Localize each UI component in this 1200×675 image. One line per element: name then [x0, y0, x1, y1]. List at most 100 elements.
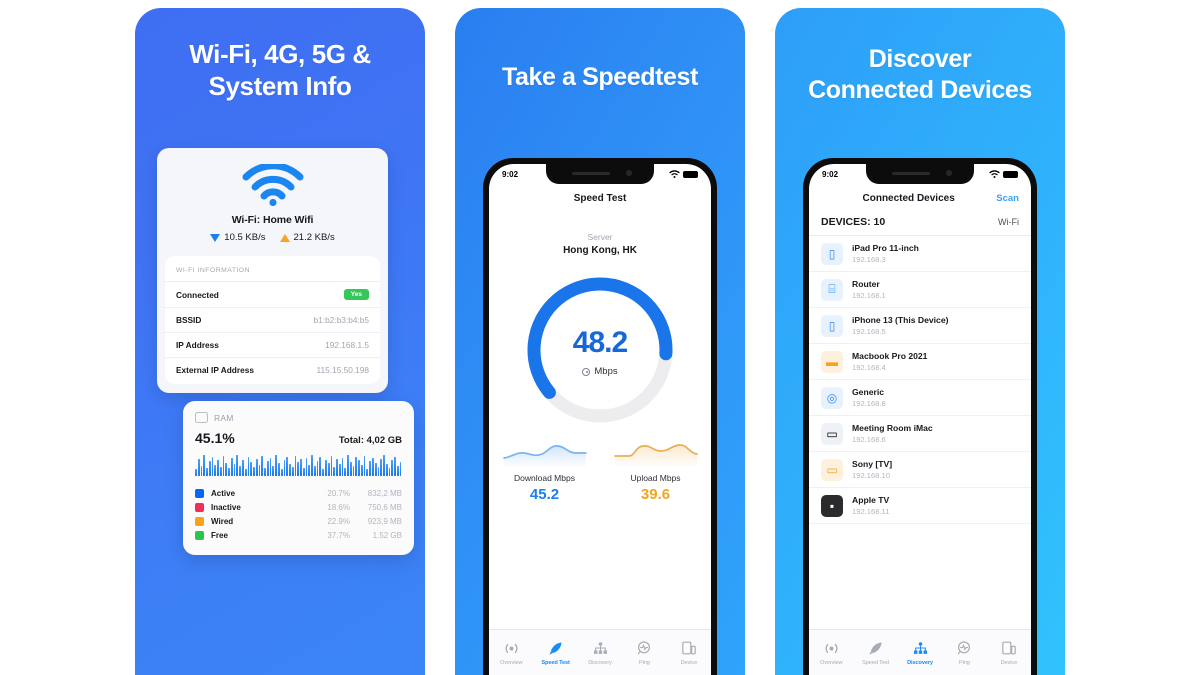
- ram-bar: [327, 463, 330, 476]
- rocket-icon: [548, 640, 563, 657]
- device-list-item[interactable]: ◎ Generic 192.168.8: [809, 380, 1031, 416]
- device-name: Generic: [852, 387, 885, 397]
- wifi-info-value: 115.15.50.198: [316, 365, 369, 375]
- ram-legend-row: Inactive 18.6% 750,6 MB: [195, 500, 402, 514]
- device-list-item[interactable]: ▪ Apple TV 192.168.11: [809, 488, 1031, 524]
- wifi-info-row: External IP Address 115.15.50.198: [165, 357, 380, 382]
- tab-label: Device: [1000, 659, 1018, 666]
- ram-bar: [302, 468, 305, 476]
- battery-icon: [1003, 170, 1018, 178]
- device-name: Apple TV: [852, 495, 890, 505]
- tab-ping[interactable]: Ping: [622, 630, 666, 675]
- ram-bar: [217, 460, 219, 476]
- tab-speed-test[interactable]: Speed Test: [533, 630, 577, 675]
- tab-discovery[interactable]: Discovery: [898, 630, 942, 675]
- wifi-info-key: External IP Address: [176, 365, 254, 375]
- ram-bar: [358, 460, 360, 476]
- ram-bar: [195, 469, 197, 476]
- ram-bar: [363, 456, 366, 476]
- ram-bar: [324, 460, 327, 476]
- wifi-info-value: 192.168.1.5: [325, 340, 369, 350]
- wifi-info-key: IP Address: [176, 340, 219, 350]
- tab-overview[interactable]: Overview: [489, 630, 533, 675]
- device-list-item[interactable]: ▬ Macbook Pro 2021 192.168.4: [809, 344, 1031, 380]
- ram-bar: [385, 464, 388, 476]
- network-icon: [913, 640, 928, 657]
- tab-device[interactable]: Device: [667, 630, 711, 675]
- ram-bar: [300, 459, 302, 476]
- device-list: ▯ iPad Pro 11-inch 192.168.3 ⌸ Router 192.168…: [809, 235, 1031, 524]
- device-icon: [1002, 640, 1016, 657]
- device-list-item[interactable]: ▯ iPhone 13 (This Device) 192.168.5: [809, 308, 1031, 344]
- tab-ping[interactable]: Ping: [942, 630, 986, 675]
- ram-bar: [294, 456, 297, 476]
- wifi-info-row: BSSID b1:b2:b3:b4:b5: [165, 307, 380, 332]
- device-list-item[interactable]: ⌸ Router 192.168.1: [809, 272, 1031, 308]
- tab-label: Ping: [959, 659, 970, 666]
- ram-bar: [338, 464, 341, 476]
- wifi-table-section-title: WI-FI INFORMATION: [176, 267, 251, 274]
- color-swatch-icon: [195, 516, 204, 526]
- device-ip: 192.168.3: [852, 255, 886, 264]
- ram-bar: [247, 457, 250, 476]
- ram-bar: [399, 462, 402, 476]
- ram-bar: [380, 459, 383, 476]
- device-list-item[interactable]: ▭ Meeting Room iMac 192.168.6: [809, 416, 1031, 452]
- imac-icon: ▭: [821, 422, 843, 445]
- device-name: Router: [852, 279, 880, 289]
- ram-bar: [394, 457, 396, 476]
- device-ip: 192.168.5: [852, 327, 886, 336]
- scan-button[interactable]: Scan: [996, 193, 1019, 204]
- device-info: Sony [TV] 192.168.10: [852, 459, 1019, 480]
- tab-speed-test[interactable]: Speed Test: [853, 630, 897, 675]
- device-list-item[interactable]: ▯ iPad Pro 11-inch 192.168.3: [809, 236, 1031, 272]
- ram-bar: [255, 459, 258, 476]
- battery-icon: [683, 170, 698, 178]
- wifi-network-name: Wi-Fi: Home Wifi: [231, 214, 314, 226]
- ram-summary: 45.1% Total: 4,02 GB: [195, 430, 402, 446]
- device-name: Sony [TV]: [852, 459, 893, 469]
- ram-bar: [330, 456, 333, 476]
- ram-legend-value: 1.52 GB: [372, 530, 402, 540]
- tab-bar[interactable]: Overview Speed Test Discovery Ping Device: [809, 629, 1031, 675]
- ram-bar: [261, 456, 264, 476]
- tab-discovery[interactable]: Discovery: [578, 630, 622, 675]
- server-label: Server: [587, 232, 613, 242]
- device-ip: 192.168.8: [852, 399, 886, 408]
- status-bar: 9:02: [809, 164, 1031, 184]
- devices-count: DEVICES: 10: [821, 216, 886, 228]
- ram-bar: [206, 468, 208, 476]
- device-list-item[interactable]: ▭ Sony [TV] 192.168.10: [809, 452, 1031, 488]
- panel1-headline: Wi-Fi, 4G, 5G & System Info: [189, 39, 371, 102]
- tab-label: Discovery: [588, 659, 612, 666]
- upload-arrow-icon: [279, 233, 290, 242]
- ram-bar: [333, 467, 336, 476]
- download-rate-value: 10.5 KB/s: [224, 232, 266, 243]
- ram-histogram: [195, 455, 402, 476]
- download-stat: Download Mbps 45.2: [489, 440, 600, 503]
- phone-mockup-speedtest: 9:02 Speed Test Server Hong Kong, HK 48.…: [483, 158, 717, 675]
- ram-bar: [286, 457, 289, 476]
- tab-label: Overview: [499, 659, 523, 666]
- tab-bar[interactable]: Overview Speed Test Discovery Ping Device: [489, 629, 711, 675]
- color-swatch-icon: [195, 488, 204, 498]
- ram-bar: [197, 459, 200, 476]
- ram-bar: [266, 461, 269, 476]
- tab-overview[interactable]: Overview: [809, 630, 853, 675]
- device-name: iPhone 13 (This Device): [852, 315, 949, 325]
- nav-title-devices: Connected Devices: [862, 193, 955, 204]
- device-info: Meeting Room iMac 192.168.6: [852, 423, 1019, 444]
- ram-bar: [233, 464, 236, 476]
- ram-bar: [396, 466, 399, 476]
- speed-unit-icon: [582, 367, 591, 376]
- ping-icon: [957, 640, 971, 657]
- ram-legend-percent: 22.9%: [327, 516, 350, 526]
- tab-device[interactable]: Device: [987, 630, 1031, 675]
- ram-bar: [200, 466, 203, 476]
- wifi-info-value: b1:b2:b3:b4:b5: [313, 315, 369, 325]
- laptop-icon: ▬: [821, 350, 843, 373]
- device-info: Apple TV 192.168.11: [852, 495, 1019, 516]
- device-name: iPad Pro 11-inch: [852, 243, 919, 253]
- tab-label: Overview: [819, 659, 843, 666]
- ram-card-header: RAM: [195, 412, 402, 423]
